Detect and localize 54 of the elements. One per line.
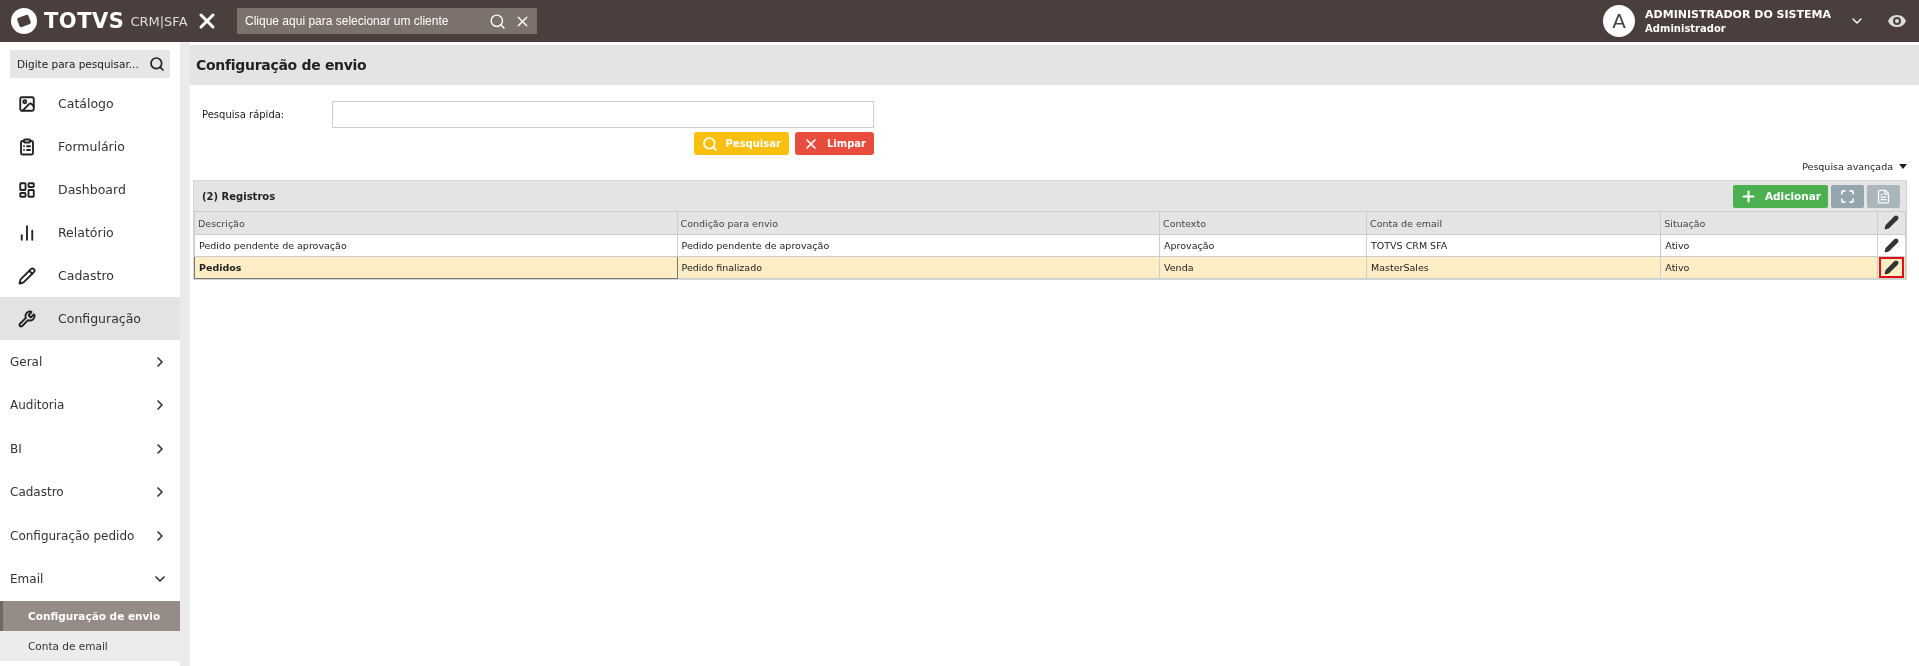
table-cell: Pedido finalizado: [677, 256, 1160, 279]
column-header: Contexto: [1159, 211, 1367, 235]
search-icon: [701, 135, 718, 152]
expand-icon: [1840, 188, 1855, 204]
table-cell: Pedido pendente de aprovação: [677, 234, 1160, 257]
product-name: CRM|SFA: [130, 13, 188, 29]
table-row[interactable]: Pedidos Pedido finalizado Venda MasterSales Ativo: [194, 256, 1906, 279]
user-name: ADMINISTRADOR DO SISTEMA: [1645, 8, 1831, 21]
submenu-link[interactable]: Conta de email: [0, 631, 180, 661]
file-icon: [1876, 188, 1891, 204]
table-row[interactable]: Pedido pendente de aprovação Pedido pendente de aprovação Aprovação TOTVS CRM SFA Ativo: [194, 234, 1906, 257]
table-cell: Pedido pendente de aprovação: [194, 234, 677, 257]
column-header: Conta de email: [1366, 211, 1661, 235]
submenu-item[interactable]: Configuração pedido: [0, 514, 180, 558]
column-header: Descrição: [194, 211, 677, 235]
quick-search-field[interactable]: [332, 101, 874, 128]
client-search-bar[interactable]: Clique aqui para selecionar um cliente: [237, 8, 537, 34]
pencil-icon: [18, 266, 36, 285]
user-avatar[interactable]: A: [1603, 5, 1636, 37]
clipboard-icon: [18, 137, 36, 156]
bar-chart-icon: [18, 223, 36, 242]
submenu-item[interactable]: Auditoria: [0, 383, 180, 427]
advanced-search-toggle[interactable]: Pesquisa avançada: [1802, 161, 1907, 172]
page-title: Configuração de envio: [196, 57, 367, 73]
table-cell: Pedidos: [194, 256, 677, 279]
user-role: Administrador: [1645, 23, 1727, 34]
table-cell: TOTVS CRM SFA: [1366, 234, 1661, 257]
edit-button[interactable]: [1879, 257, 1904, 278]
search-icon[interactable]: [149, 56, 165, 72]
table-cell: Ativo: [1660, 234, 1878, 257]
logo-icon: [10, 7, 38, 35]
column-header: Situação: [1660, 211, 1878, 235]
dashboard-icon: [18, 180, 36, 199]
wrench-icon: [18, 309, 36, 328]
brand-name: TOTVS: [44, 9, 125, 33]
sidebar-search-field[interactable]: Digite para pesquisar...: [15, 58, 149, 70]
table-cell: Venda: [1159, 256, 1367, 279]
pencil-icon: [1884, 214, 1899, 230]
table-cell: Ativo: [1660, 256, 1878, 279]
submenu-item[interactable]: BI: [0, 427, 180, 471]
table-cell: Aprovação: [1159, 234, 1367, 257]
submenu-item[interactable]: Geral: [0, 340, 180, 384]
menu-item[interactable]: Configuração: [0, 297, 180, 340]
client-search-field[interactable]: Clique aqui para selecionar um cliente: [243, 13, 481, 29]
table-cell: MasterSales: [1366, 256, 1661, 279]
clear-button[interactable]: Limpar: [794, 132, 874, 155]
image-icon: [18, 94, 36, 113]
column-header: Condição para envio: [677, 211, 1160, 235]
sidebar-search-bar[interactable]: Digite para pesquisar...: [10, 50, 170, 78]
plus-icon: [1739, 187, 1757, 205]
record-count: (2) Registros: [202, 190, 276, 202]
submenu-item[interactable]: Cadastro: [0, 470, 180, 514]
field-label: Pesquisa rápida:: [202, 109, 286, 120]
submenu-item[interactable]: Email: [0, 557, 180, 601]
